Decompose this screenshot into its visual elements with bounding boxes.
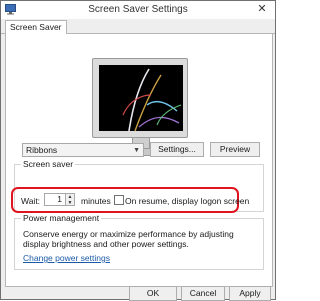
chevron-down-icon: ▼ [133,147,140,154]
screen-saver-select[interactable]: Ribbons ▼ [22,143,144,157]
wait-spinner[interactable]: ▲ ▼ [66,193,75,206]
tab-screen-saver[interactable]: Screen Saver [5,20,67,35]
ribbons-preview-image [122,68,182,131]
screen-saver-settings-window: Screen Saver Settings ✕ Screen Saver Scr… [0,0,276,301]
screen-saver-group-label: Screen saver [21,159,76,169]
screen-saver-panel: Screen saver Ribbons ▼ Settings... Previ… [5,34,273,287]
close-icon: ✕ [257,3,267,15]
minutes-label: minutes [81,196,111,206]
wait-label: Wait: [21,196,41,206]
window-title: Screen Saver Settings [88,4,188,15]
power-management-description: Conserve energy or maximize performance … [23,229,234,249]
spin-down-icon[interactable]: ▼ [66,200,74,206]
cancel-button[interactable]: Cancel [181,286,225,301]
change-power-settings-link[interactable]: Change power settings [23,253,110,263]
resume-logon-label[interactable]: On resume, display logon screen [125,196,249,206]
close-button[interactable]: ✕ [255,3,269,16]
title-bar: Screen Saver Settings ✕ [1,1,275,19]
monitor-frame [92,58,188,138]
ok-button[interactable]: OK [129,286,177,301]
apply-button[interactable]: Apply [229,286,271,301]
preview-button[interactable]: Preview [210,142,260,157]
preview-screen [99,65,183,131]
resume-logon-checkbox[interactable] [114,195,124,205]
settings-button[interactable]: Settings... [150,142,204,157]
wait-minutes-input[interactable]: 1 [44,193,66,206]
screen-saver-select-value: Ribbons [26,145,58,155]
power-management-group-label: Power management [21,213,102,223]
tab-strip: Screen Saver [1,19,275,35]
